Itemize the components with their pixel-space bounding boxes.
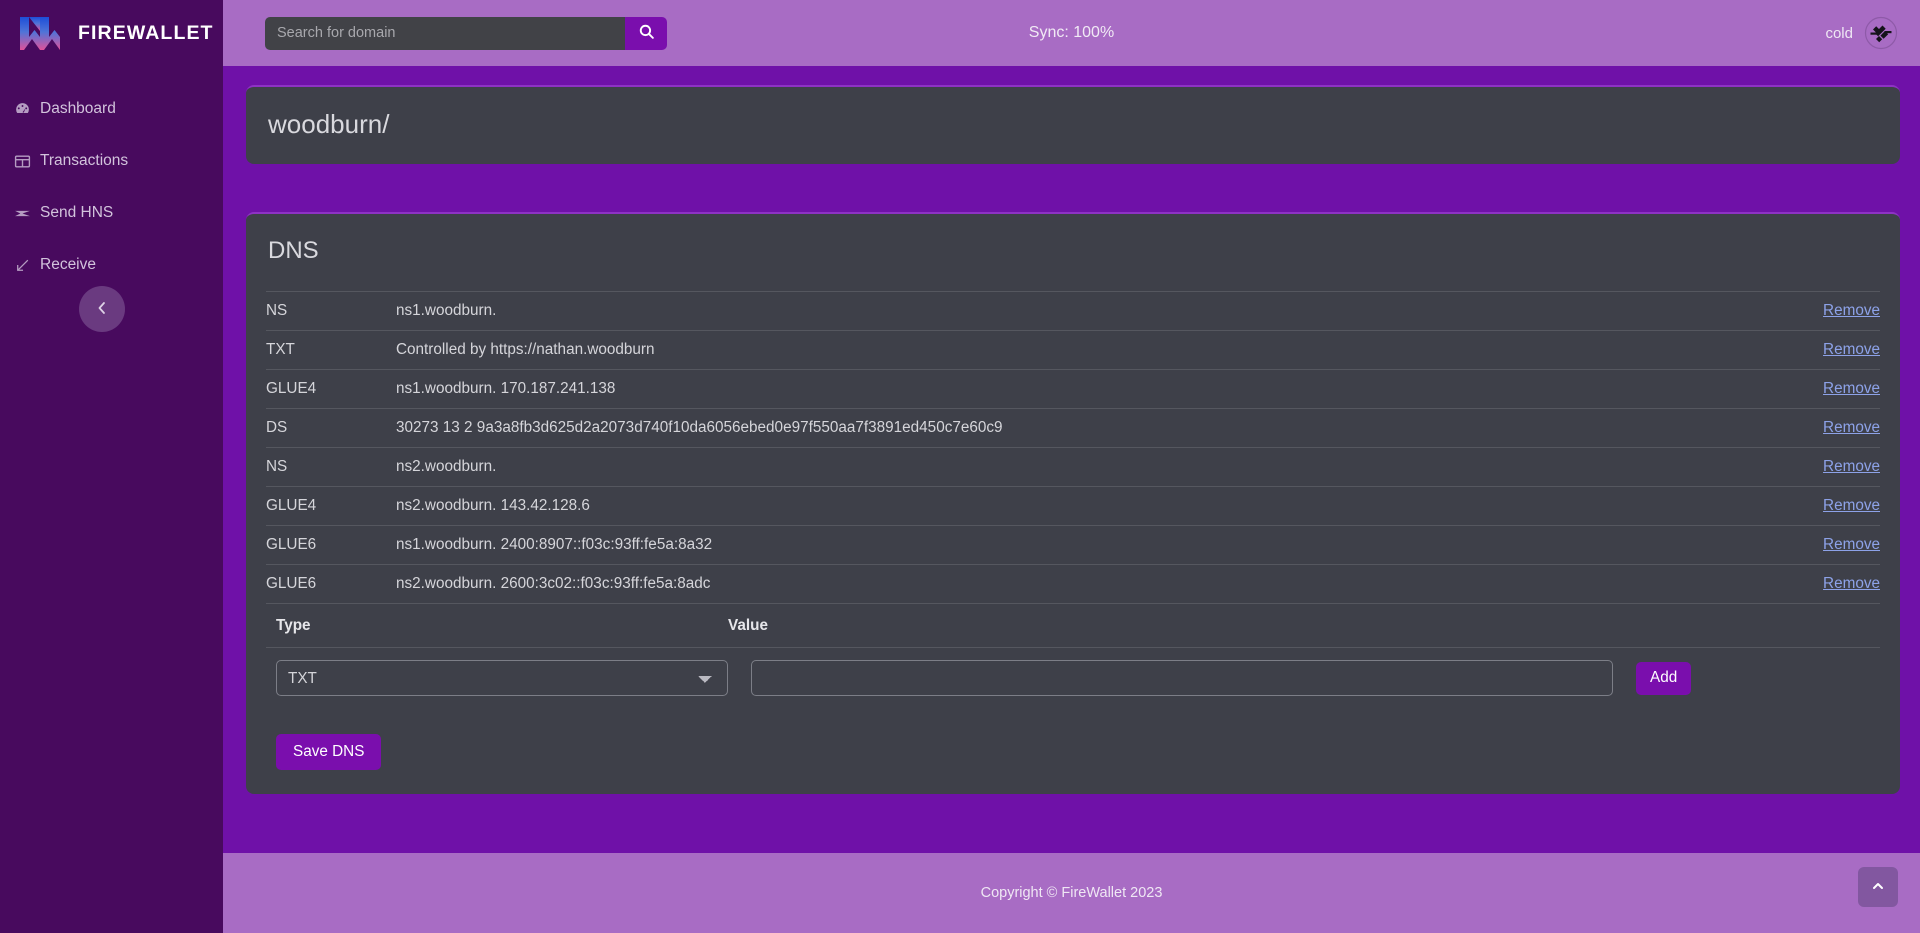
sidebar-nav: Dashboard Transactions	[0, 83, 223, 291]
record-type-select[interactable]: TXTNSDSGLUE4GLUE6SYNTH4SYNTH6	[276, 660, 728, 696]
remove-record-link[interactable]: Remove	[1823, 497, 1880, 514]
record-action-cell: Remove	[1730, 292, 1880, 331]
sidebar-item-label: Send HNS	[40, 204, 113, 222]
record-value: ns1.woodburn. 2400:8907::f03c:93ff:fe5a:…	[396, 526, 1730, 565]
record-value: ns2.woodburn. 143.42.128.6	[396, 487, 1730, 526]
record-value: ns2.woodburn. 2600:3c02::f03c:93ff:fe5a:…	[396, 565, 1730, 604]
sidebar-item-dashboard[interactable]: Dashboard	[0, 83, 223, 135]
remove-record-link[interactable]: Remove	[1823, 536, 1880, 553]
record-type: GLUE4	[266, 370, 396, 409]
record-type: DS	[266, 409, 396, 448]
record-type: NS	[266, 448, 396, 487]
record-value: ns2.woodburn.	[396, 448, 1730, 487]
table-row: GLUE4ns2.woodburn. 143.42.128.6 Remove	[266, 487, 1880, 526]
chevron-up-icon	[1871, 879, 1885, 896]
remove-record-link[interactable]: Remove	[1823, 341, 1880, 358]
table-row: DS30273 13 2 9a3a8fb3d625d2a2073d740f10d…	[266, 409, 1880, 448]
table-row: NSns1.woodburn. Remove	[266, 292, 1880, 331]
table-row: NSns2.woodburn. Remove	[266, 448, 1880, 487]
dns-add-row: TXTNSDSGLUE4GLUE6SYNTH4SYNTH6 Add	[266, 647, 1880, 708]
record-action-cell: Remove	[1730, 487, 1880, 526]
remove-record-link[interactable]: Remove	[1823, 458, 1880, 475]
table-row: TXTControlled by https://nathan.woodburn…	[266, 331, 1880, 370]
wallet-name: cold	[1825, 25, 1853, 42]
remove-record-link[interactable]: Remove	[1823, 575, 1880, 592]
record-type: GLUE4	[266, 487, 396, 526]
top-bar: Sync: 100% cold	[223, 0, 1920, 66]
search-icon	[638, 23, 655, 43]
remove-record-link[interactable]: Remove	[1823, 302, 1880, 319]
sidebar: FIREWALLET Dashboard	[0, 0, 223, 933]
sidebar-item-transactions[interactable]: Transactions	[0, 135, 223, 187]
record-type: TXT	[266, 331, 396, 370]
search-input[interactable]	[265, 17, 625, 50]
record-value: ns1.woodburn.	[396, 292, 1730, 331]
record-type: GLUE6	[266, 565, 396, 604]
table-row: GLUE6ns2.woodburn. 2600:3c02::f03c:93ff:…	[266, 565, 1880, 604]
record-action-cell: Remove	[1730, 331, 1880, 370]
sidebar-item-receive[interactable]: Receive	[0, 239, 223, 291]
brand-header[interactable]: FIREWALLET	[0, 0, 223, 66]
dns-form-header: Type Value	[266, 603, 1880, 647]
type-column-header: Type	[266, 617, 728, 635]
firewallet-app: FIREWALLET Dashboard	[0, 0, 1920, 933]
record-value: 30273 13 2 9a3a8fb3d625d2a2073d740f10da6…	[396, 409, 1730, 448]
page-title: woodburn/	[268, 109, 1878, 140]
record-action-cell: Remove	[1730, 409, 1880, 448]
firewallet-w-logo-icon	[20, 17, 60, 50]
record-action-cell: Remove	[1730, 370, 1880, 409]
brand-name: FIREWALLET	[78, 22, 214, 45]
record-value: Controlled by https://nathan.woodburn	[396, 331, 1730, 370]
remove-record-link[interactable]: Remove	[1823, 380, 1880, 397]
footer: Copyright © FireWallet 2023	[223, 853, 1920, 933]
handshake-logo-icon	[1864, 16, 1898, 50]
save-dns-button[interactable]: Save DNS	[276, 734, 381, 770]
dns-records-table: NSns1.woodburn.RemoveTXTControlled by ht…	[266, 291, 1880, 603]
sidebar-item-label: Transactions	[40, 152, 128, 170]
gauge-icon	[14, 101, 31, 118]
record-action-cell: Remove	[1730, 448, 1880, 487]
add-record-button[interactable]: Add	[1636, 662, 1691, 695]
table-row: GLUE6ns1.woodburn. 2400:8907::f03c:93ff:…	[266, 526, 1880, 565]
sidebar-item-label: Receive	[40, 256, 96, 274]
search-button[interactable]	[625, 17, 667, 50]
content-area: woodburn/ DNS NSns1.woodburn.RemoveTXTCo…	[223, 66, 1920, 853]
record-action-cell: Remove	[1730, 526, 1880, 565]
value-column-header: Value	[728, 617, 768, 635]
dns-heading: DNS	[266, 234, 1880, 291]
scroll-to-top-button[interactable]	[1858, 867, 1898, 907]
wallet-selector[interactable]: cold	[1825, 16, 1898, 50]
table-grid-icon	[14, 153, 31, 170]
dns-card: DNS NSns1.woodburn.RemoveTXTControlled b…	[246, 212, 1900, 794]
table-row: GLUE4ns1.woodburn. 170.187.241.138 Remove	[266, 370, 1880, 409]
search-group	[265, 17, 667, 50]
record-action-cell: Remove	[1730, 565, 1880, 604]
sidebar-item-label: Dashboard	[40, 100, 116, 118]
remove-record-link[interactable]: Remove	[1823, 419, 1880, 436]
arrow-down-left-icon	[14, 257, 31, 274]
sidebar-collapse-button[interactable]	[79, 286, 125, 332]
main-column: Sync: 100% cold	[223, 0, 1920, 933]
record-type: NS	[266, 292, 396, 331]
domain-title-card: woodburn/	[246, 85, 1900, 164]
chevron-left-icon	[96, 300, 108, 319]
sidebar-item-send-hns[interactable]: Send HNS	[0, 187, 223, 239]
copyright-text: Copyright © FireWallet 2023	[981, 885, 1163, 901]
record-value-input[interactable]	[751, 660, 1613, 696]
record-value: ns1.woodburn. 170.187.241.138	[396, 370, 1730, 409]
record-type: GLUE6	[266, 526, 396, 565]
paper-plane-icon	[14, 205, 31, 222]
